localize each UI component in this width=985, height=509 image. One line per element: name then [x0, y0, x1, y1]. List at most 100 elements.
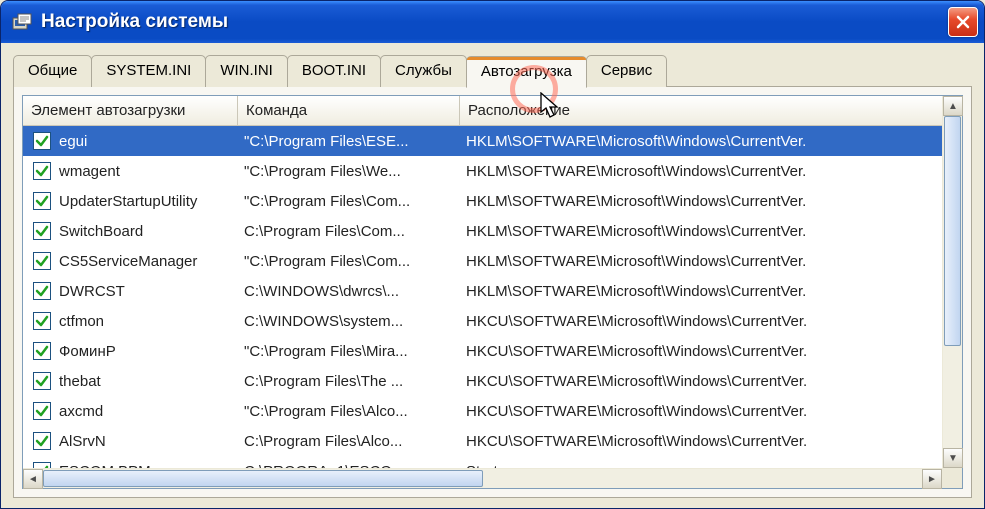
tab-strip: Общие SYSTEM.INI WIN.INI BOOT.INI Службы Авто… — [13, 55, 972, 87]
cell-item: CS5ServiceManager — [23, 252, 238, 270]
horizontal-scroll-track[interactable] — [43, 469, 922, 488]
row-checkbox[interactable] — [33, 402, 51, 420]
vertical-scroll-track[interactable] — [943, 116, 962, 448]
cell-command: "C:\Program Files\We... — [238, 163, 460, 180]
row-checkbox[interactable] — [33, 162, 51, 180]
list-row[interactable]: axcmd "C:\Program Files\Alco...HKCU\SOFTW… — [23, 396, 962, 426]
cell-item: AlSrvN — [23, 432, 238, 450]
cell-item: thebat — [23, 372, 238, 390]
list-row[interactable]: DWRCST C:\WINDOWS\dwrcs\...HKLM\SOFTWARE\… — [23, 276, 962, 306]
vertical-scroll-thumb[interactable] — [944, 116, 961, 346]
tab-label: Автозагрузка — [481, 63, 572, 80]
cell-location: HKLM\SOFTWARE\Microsoft\Windows\CurrentV… — [460, 283, 962, 300]
column-header-item[interactable]: Элемент автозагрузки — [23, 96, 238, 125]
list-body: egui"C:\Program Files\ESE...HKLM\SOFTWAR… — [23, 126, 962, 488]
row-item-name: egui — [59, 133, 87, 150]
tab-label: SYSTEM.INI — [106, 62, 191, 79]
row-checkbox[interactable] — [33, 252, 51, 270]
tab-system-ini[interactable]: SYSTEM.INI — [91, 55, 206, 87]
tab-strip-area: Общие SYSTEM.INI WIN.INI BOOT.INI Службы Авто… — [1, 43, 984, 87]
tab-сервис[interactable]: Сервис — [586, 55, 667, 87]
scroll-down-button[interactable]: ▼ — [943, 448, 963, 468]
cell-command: C:\WINDOWS\dwrcs\... — [238, 283, 460, 300]
column-header-command[interactable]: Команда — [238, 96, 460, 125]
cell-item: DWRCST — [23, 282, 238, 300]
row-item-name: DWRCST — [59, 283, 125, 300]
scroll-right-button[interactable]: ► — [922, 469, 942, 489]
tab-автозагрузка[interactable]: Автозагрузка — [466, 56, 587, 88]
cell-location: HKCU\SOFTWARE\Microsoft\Windows\CurrentV… — [460, 403, 962, 420]
list-row[interactable]: UpdaterStartupUtility"C:\Program Files\C… — [23, 186, 962, 216]
row-item-name: ctfmon — [59, 313, 104, 330]
cell-location: HKLM\SOFTWARE\Microsoft\Windows\CurrentV… — [460, 193, 962, 210]
tab-label: BOOT.INI — [302, 62, 366, 79]
column-header-location[interactable]: Расположение — [460, 96, 962, 125]
cell-command: C:\Program Files\Alco... — [238, 433, 460, 450]
cell-location: HKCU\SOFTWARE\Microsoft\Windows\CurrentV… — [460, 373, 962, 390]
tab-службы[interactable]: Службы — [380, 55, 467, 87]
row-checkbox[interactable] — [33, 222, 51, 240]
cell-command: C:\WINDOWS\system... — [238, 313, 460, 330]
row-checkbox[interactable] — [33, 132, 51, 150]
list-row[interactable]: SwitchBoard C:\Program Files\Com...HKLM\S… — [23, 216, 962, 246]
row-checkbox[interactable] — [33, 312, 51, 330]
titlebar[interactable]: Настройка системы — [1, 1, 984, 43]
scrollbar-corner — [942, 468, 962, 488]
tab-label: Общие — [28, 62, 77, 79]
cell-item: ctfmon — [23, 312, 238, 330]
cell-location: HKLM\SOFTWARE\Microsoft\Windows\CurrentV… — [460, 133, 962, 150]
list-row[interactable]: CS5ServiceManager "C:\Program Files\Com..… — [23, 246, 962, 276]
cell-location: HKLM\SOFTWARE\Microsoft\Windows\CurrentV… — [460, 253, 962, 270]
vertical-scrollbar[interactable]: ▲ ▼ — [942, 96, 962, 468]
column-headers: Элемент автозагрузки Команда Расположени… — [23, 96, 962, 126]
row-checkbox[interactable] — [33, 192, 51, 210]
row-item-name: thebat — [59, 373, 101, 390]
row-item-name: AlSrvN — [59, 433, 106, 450]
cell-command: "C:\Program Files\Mira... — [238, 343, 460, 360]
row-checkbox[interactable] — [33, 372, 51, 390]
list-row[interactable]: egui "C:\Program Files\ESE...HKLM\SOFTWAR… — [23, 126, 962, 156]
cell-command: "C:\Program Files\ESE... — [238, 133, 460, 150]
horizontal-scroll-thumb[interactable] — [43, 470, 483, 487]
cell-location: HKLM\SOFTWARE\Microsoft\Windows\CurrentV… — [460, 223, 962, 240]
list-row[interactable]: ctfmon C:\WINDOWS\system...HKCU\SOFTWARE\… — [23, 306, 962, 336]
cell-location: HKCU\SOFTWARE\Microsoft\Windows\CurrentV… — [460, 343, 962, 360]
cell-item: SwitchBoard — [23, 222, 238, 240]
cell-item: axcmd — [23, 402, 238, 420]
scroll-up-button[interactable]: ▲ — [943, 96, 963, 116]
cell-command: "C:\Program Files\Alco... — [238, 403, 460, 420]
row-item-name: CS5ServiceManager — [59, 253, 197, 270]
msconfig-window: Настройка системы Общие SYSTEM.INI WIN.INI… — [0, 0, 985, 509]
cell-location: HKLM\SOFTWARE\Microsoft\Windows\CurrentV… — [460, 163, 962, 180]
tab-label: Службы — [395, 62, 452, 79]
cell-item: ФоминР — [23, 342, 238, 360]
cell-command: "C:\Program Files\Com... — [238, 193, 460, 210]
cell-command: C:\Program Files\The ... — [238, 373, 460, 390]
scroll-left-button[interactable]: ◄ — [23, 469, 43, 489]
cell-item: UpdaterStartupUtility — [23, 192, 238, 210]
tab-label: Сервис — [601, 62, 652, 79]
row-checkbox[interactable] — [33, 342, 51, 360]
cell-item: wmagent — [23, 162, 238, 180]
row-checkbox[interactable] — [33, 432, 51, 450]
row-item-name: SwitchBoard — [59, 223, 143, 240]
window-title: Настройка системы — [41, 11, 948, 33]
horizontal-scrollbar[interactable]: ◄ ► — [23, 468, 942, 488]
tab-boot-ini[interactable]: BOOT.INI — [287, 55, 381, 87]
tab-общие[interactable]: Общие — [13, 55, 92, 87]
cell-location: HKCU\SOFTWARE\Microsoft\Windows\CurrentV… — [460, 313, 962, 330]
list-row[interactable]: ФоминР"C:\Program Files\Mira...HKCU\SOFT… — [23, 336, 962, 366]
cell-command: "C:\Program Files\Com... — [238, 253, 460, 270]
startup-list: Элемент автозагрузки Команда Расположени… — [22, 95, 963, 489]
list-row[interactable]: AlSrvN C:\Program Files\Alco...HKCU\SOFTW… — [23, 426, 962, 456]
row-checkbox[interactable] — [33, 282, 51, 300]
tab-win-ini[interactable]: WIN.INI — [205, 55, 288, 87]
cell-item: egui — [23, 132, 238, 150]
row-item-name: axcmd — [59, 403, 103, 420]
tab-panel: Элемент автозагрузки Команда Расположени… — [13, 86, 972, 498]
cell-location: HKCU\SOFTWARE\Microsoft\Windows\CurrentV… — [460, 433, 962, 450]
cell-command: C:\Program Files\Com... — [238, 223, 460, 240]
close-button[interactable] — [948, 7, 978, 37]
list-row[interactable]: thebat C:\Program Files\The ...HKCU\SOFTW… — [23, 366, 962, 396]
list-row[interactable]: wmagent"C:\Program Files\We...HKLM\SOFTW… — [23, 156, 962, 186]
